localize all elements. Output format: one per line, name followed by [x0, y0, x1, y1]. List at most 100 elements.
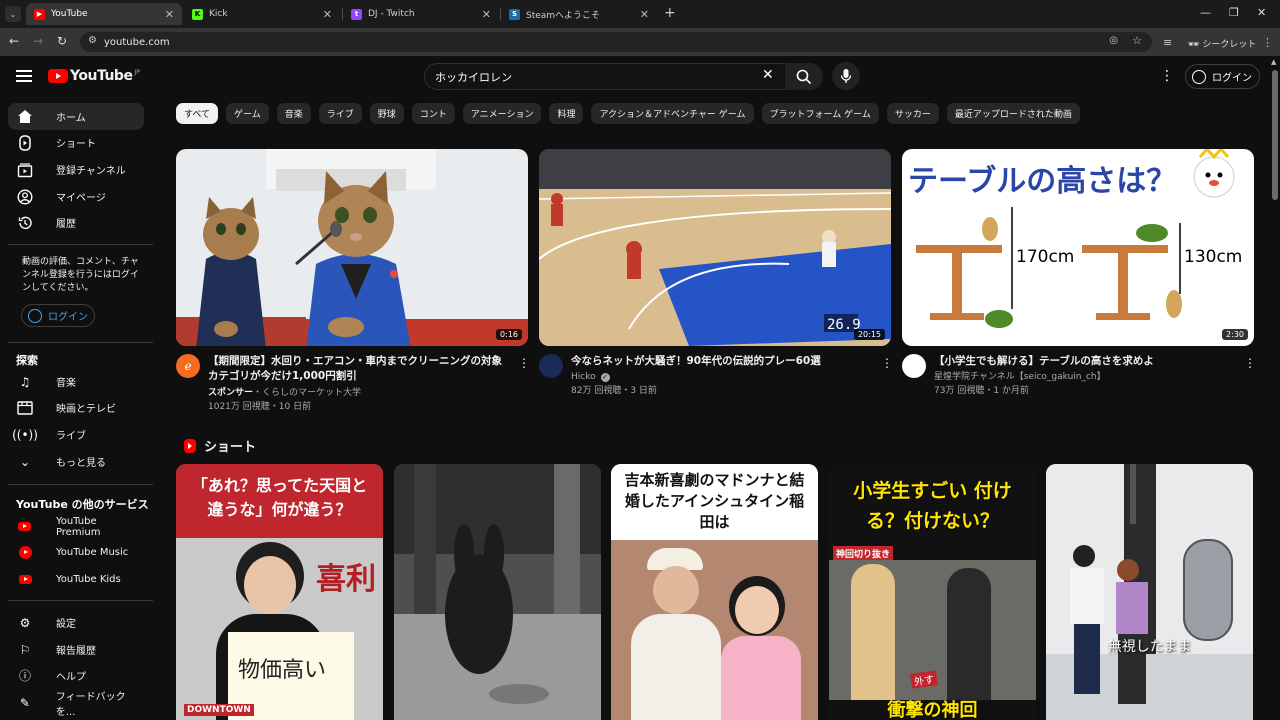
cats-press-conference-image — [176, 149, 528, 346]
chip-comedy[interactable]: コント — [411, 103, 455, 124]
tab-steam[interactable]: S Steamへようこそ ✕ — [501, 3, 657, 25]
tab-twitch[interactable]: t DJ - Twitch ✕ — [343, 3, 499, 25]
chip-baseball[interactable]: 野球 — [369, 103, 404, 124]
chip-music[interactable]: 音楽 — [276, 103, 311, 124]
chip-cooking[interactable]: 料理 — [549, 103, 584, 124]
close-tab-icon[interactable]: ✕ — [482, 8, 491, 21]
close-tab-icon[interactable]: ✕ — [640, 8, 649, 21]
sidebar-item-movies[interactable]: 映画とテレビ — [8, 394, 144, 421]
browser-toolbar: ← → ↻ ⚙ youtube.com ◎ ☆ ≡ 🕶︎ シークレット ⋮ — [0, 28, 1280, 56]
video-menu-icon[interactable]: ⋮ — [518, 356, 530, 370]
sidebar-divider — [8, 484, 153, 485]
chip-games[interactable]: ゲーム — [226, 103, 269, 124]
video-thumbnail[interactable]: 0:16 — [176, 149, 528, 346]
sidebar-item-kids[interactable]: YouTube Kids — [8, 566, 144, 593]
video-thumbnail[interactable]: テーブルの高さは？ 170cm 130cm 2:30 — [902, 149, 1254, 346]
subscriptions-icon — [16, 162, 34, 178]
reload-icon[interactable]: ↻ — [57, 34, 67, 48]
channel-avatar[interactable]: ℯ — [176, 354, 200, 378]
new-tab-icon[interactable]: + — [664, 5, 676, 21]
minimize-icon[interactable]: — — [1200, 6, 1211, 19]
video-menu-icon[interactable]: ⋮ — [1244, 356, 1256, 370]
steam-favicon-icon: S — [509, 8, 520, 20]
video-channel[interactable]: Hicko ✓ — [571, 370, 610, 384]
sidebar-item-feedback[interactable]: ✎ フィードバックを... — [8, 689, 144, 718]
sidebar-signin-button[interactable]: ログイン — [21, 304, 95, 327]
sidebar-item-home[interactable]: ホーム — [8, 103, 144, 130]
sidebar-item-music-app[interactable]: YouTube Music — [8, 539, 144, 566]
tab-kick[interactable]: K Kick ✕ — [184, 3, 340, 25]
sidebar-item-subscriptions[interactable]: 登録チャンネル — [8, 156, 144, 183]
short-sign-text: 喜利 — [316, 562, 376, 597]
video-title[interactable]: 【期間限定】水回り・エアコン・車内までクリーニングの対象カテゴリが今だけ1,00… — [208, 354, 508, 384]
settings-menu-icon[interactable]: ⋮ — [1160, 68, 1174, 84]
tab-search-dropdown[interactable]: ⌄ — [5, 6, 21, 22]
sidebar-item-premium[interactable]: YouTube Premium — [8, 513, 144, 540]
chip-animation[interactable]: アニメーション — [462, 103, 542, 124]
site-info-icon[interactable]: ⚙ — [88, 35, 97, 46]
short-card[interactable]: 小学生すごい 付ける？付けない？ 神回切り抜き 外す 衝撃の神回 — [829, 464, 1036, 720]
reading-list-icon[interactable]: ≡ — [1163, 36, 1172, 49]
back-icon[interactable]: ← — [9, 34, 19, 48]
video-title[interactable]: 今ならネットが大騒ぎ！90年代の伝説的プレー60選 — [571, 354, 871, 369]
video-channel[interactable]: スポンサー・くらしのマーケット大学 — [208, 386, 361, 400]
search-button[interactable] — [785, 63, 823, 90]
video-thumbnail[interactable]: 26.9 20:15 — [539, 149, 891, 346]
sidebar-item-you[interactable]: マイページ — [8, 183, 144, 210]
sidebar-item-report-history[interactable]: ⚐ 報告履歴 — [8, 636, 144, 663]
channel-avatar[interactable] — [902, 354, 926, 378]
browser-menu-icon[interactable]: ⋮ — [1262, 36, 1273, 49]
close-tab-icon[interactable]: ✕ — [323, 8, 332, 21]
scrollbar-thumb[interactable] — [1272, 70, 1278, 200]
address-bar[interactable]: ⚙ youtube.com ◎ ☆ — [80, 32, 1152, 52]
restore-icon[interactable]: ❐ — [1229, 6, 1239, 19]
sidebar-item-shorts[interactable]: ショート — [8, 129, 144, 156]
menu-icon[interactable] — [16, 70, 32, 82]
chip-platform-games[interactable]: プラットフォーム ゲーム — [761, 103, 879, 124]
voice-search-button[interactable] — [832, 62, 860, 90]
sidebar-item-label: フィードバックを... — [55, 691, 126, 718]
scroll-up-icon[interactable]: ▲ — [1271, 58, 1276, 66]
shorts-logo-icon — [184, 438, 196, 453]
tab-youtube[interactable]: ▶ YouTube ✕ — [26, 3, 182, 25]
sidebar-item-music[interactable]: ♫ 音楽 — [8, 368, 144, 395]
logo-region: JP — [134, 68, 140, 76]
chip-live[interactable]: ライブ — [318, 103, 362, 124]
chip-soccer[interactable]: サッカー — [886, 103, 939, 124]
channel-avatar[interactable] — [539, 354, 563, 378]
sidebar-item-more[interactable]: ⌄ もっと見る — [8, 448, 144, 475]
incognito-indicator[interactable]: 🕶︎ シークレット — [1188, 37, 1256, 50]
clear-search-icon[interactable]: ✕ — [762, 67, 774, 83]
sidebar-item-settings[interactable]: ⚙ 設定 — [8, 609, 144, 636]
short-card[interactable] — [394, 464, 601, 720]
music-note-icon: ♫ — [19, 374, 31, 389]
video-meta: 1021万 回視聴・10 日前 — [208, 402, 312, 412]
bookmark-star-icon[interactable]: ☆ — [1132, 34, 1142, 47]
sidebar-item-help[interactable]: ⓘ ヘルプ — [8, 662, 144, 689]
short-card[interactable]: 吉本新喜劇のマドンナと結婚したアインシュタイン稲田は — [611, 464, 818, 720]
close-window-icon[interactable]: ✕ — [1257, 6, 1266, 19]
advertiser-name: ・くらしのマーケット大学 — [253, 388, 362, 398]
left-height-text: 170cm — [1016, 247, 1074, 267]
chip-action-adventure[interactable]: アクション＆アドベンチャー ゲーム — [591, 103, 754, 124]
youtube-logo[interactable]: YouTube JP — [48, 68, 140, 84]
sidebar-item-history[interactable]: 履歴 — [8, 209, 144, 236]
search-icon — [796, 69, 812, 84]
chip-recently-uploaded[interactable]: 最近アップロードされた動画 — [946, 103, 1080, 124]
signin-button[interactable]: ログイン — [1185, 64, 1260, 89]
search-input[interactable]: ホッカイロレン — [424, 63, 786, 90]
short-man-suit — [631, 614, 721, 720]
video-channel[interactable]: 星煌学院チャンネル【seico_gakuin_ch】 — [934, 370, 1106, 384]
shorts-section-header: ショート — [184, 436, 256, 455]
sidebar-item-live[interactable]: ((•)) ライブ — [8, 421, 144, 448]
video-title[interactable]: 【小学生でも解ける】テーブルの高さを求めよ — [934, 354, 1234, 369]
eye-off-icon[interactable]: ◎ — [1109, 35, 1118, 46]
video-meta: 73万 回視聴・1 か月前 — [934, 386, 1029, 396]
video-menu-icon[interactable]: ⋮ — [881, 356, 893, 370]
close-tab-icon[interactable]: ✕ — [165, 8, 174, 21]
chip-all[interactable]: すべて — [176, 103, 219, 124]
short-card[interactable]: 無視したまま — [1046, 464, 1253, 720]
short-card[interactable]: 「あれ？思ってた天国と違うな」何が違う？ 喜利 物価高い DOWNTOWN — [176, 464, 383, 720]
forward-icon[interactable]: → — [33, 34, 43, 48]
page-scrollbar[interactable]: ▲ — [1270, 58, 1280, 720]
